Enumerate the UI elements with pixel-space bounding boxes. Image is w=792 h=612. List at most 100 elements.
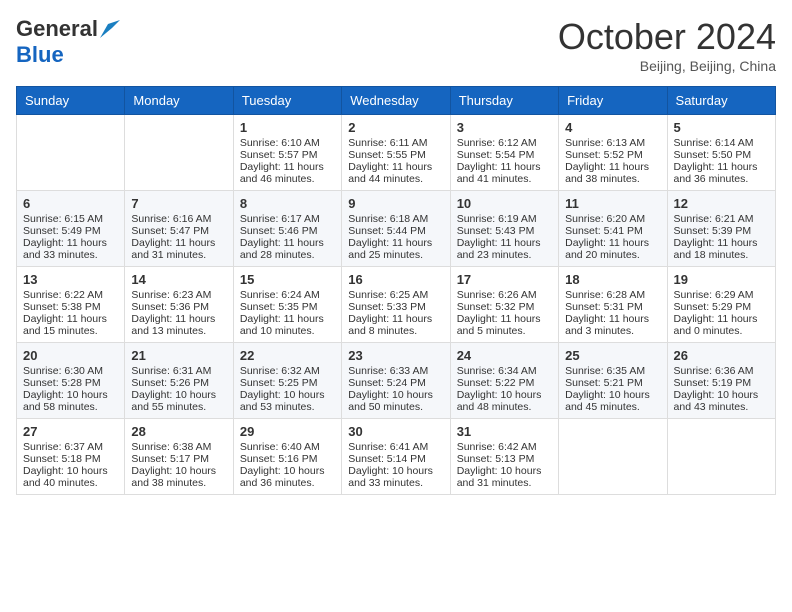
day-info: Daylight: 11 hours and 46 minutes. bbox=[240, 161, 335, 185]
day-number: 11 bbox=[565, 196, 660, 211]
table-row: 10Sunrise: 6:19 AMSunset: 5:43 PMDayligh… bbox=[450, 191, 558, 267]
day-info: Sunrise: 6:20 AM bbox=[565, 213, 660, 225]
day-info: Sunset: 5:46 PM bbox=[240, 225, 335, 237]
day-info: Daylight: 10 hours and 45 minutes. bbox=[565, 389, 660, 413]
day-info: Sunrise: 6:21 AM bbox=[674, 213, 769, 225]
day-number: 26 bbox=[674, 348, 769, 363]
day-number: 14 bbox=[131, 272, 226, 287]
table-row bbox=[559, 419, 667, 495]
day-info: Sunrise: 6:18 AM bbox=[348, 213, 443, 225]
day-info: Sunrise: 6:30 AM bbox=[23, 365, 118, 377]
day-number: 17 bbox=[457, 272, 552, 287]
day-info: Sunset: 5:44 PM bbox=[348, 225, 443, 237]
day-number: 1 bbox=[240, 120, 335, 135]
table-row: 2 Sunrise: 6:11 AMSunset: 5:55 PMDaylight… bbox=[342, 115, 450, 191]
day-info: Sunset: 5:52 PM bbox=[565, 149, 660, 161]
day-info: Daylight: 11 hours and 28 minutes. bbox=[240, 237, 335, 261]
day-info: Sunrise: 6:42 AM bbox=[457, 441, 552, 453]
table-row: 13Sunrise: 6:22 AMSunset: 5:38 PMDayligh… bbox=[17, 267, 125, 343]
day-info: Sunrise: 6:15 AM bbox=[23, 213, 118, 225]
calendar-week-row: 6Sunrise: 6:15 AMSunset: 5:49 PMDaylight… bbox=[17, 191, 776, 267]
day-number: 31 bbox=[457, 424, 552, 439]
day-info: Sunset: 5:18 PM bbox=[23, 453, 118, 465]
day-info: Daylight: 11 hours and 13 minutes. bbox=[131, 313, 226, 337]
table-row: 18Sunrise: 6:28 AMSunset: 5:31 PMDayligh… bbox=[559, 267, 667, 343]
day-info: Daylight: 11 hours and 8 minutes. bbox=[348, 313, 443, 337]
day-info: Daylight: 11 hours and 5 minutes. bbox=[457, 313, 552, 337]
day-info: Sunset: 5:13 PM bbox=[457, 453, 552, 465]
day-info: Sunset: 5:14 PM bbox=[348, 453, 443, 465]
day-info: Sunset: 5:31 PM bbox=[565, 301, 660, 313]
col-tuesday: Tuesday bbox=[233, 87, 341, 115]
table-row: 3Sunrise: 6:12 AMSunset: 5:54 PMDaylight… bbox=[450, 115, 558, 191]
day-number: 28 bbox=[131, 424, 226, 439]
day-info: Daylight: 10 hours and 40 minutes. bbox=[23, 465, 118, 489]
day-number: 4 bbox=[565, 120, 660, 135]
day-info: Daylight: 11 hours and 3 minutes. bbox=[565, 313, 660, 337]
day-info: Sunrise: 6:31 AM bbox=[131, 365, 226, 377]
day-info: Daylight: 11 hours and 23 minutes. bbox=[457, 237, 552, 261]
day-number: 2 bbox=[348, 120, 443, 135]
day-info: Sunset: 5:24 PM bbox=[348, 377, 443, 389]
day-number: 8 bbox=[240, 196, 335, 211]
table-row: 1Sunrise: 6:10 AMSunset: 5:57 PMDaylight… bbox=[233, 115, 341, 191]
day-info: Sunrise: 6:37 AM bbox=[23, 441, 118, 453]
day-info: Daylight: 10 hours and 50 minutes. bbox=[348, 389, 443, 413]
table-row: 28Sunrise: 6:38 AMSunset: 5:17 PMDayligh… bbox=[125, 419, 233, 495]
day-info: Sunrise: 6:40 AM bbox=[240, 441, 335, 453]
day-info: Sunrise: 6:22 AM bbox=[23, 289, 118, 301]
col-thursday: Thursday bbox=[450, 87, 558, 115]
table-row: 30Sunrise: 6:41 AMSunset: 5:14 PMDayligh… bbox=[342, 419, 450, 495]
day-number: 7 bbox=[131, 196, 226, 211]
table-row: 14Sunrise: 6:23 AMSunset: 5:36 PMDayligh… bbox=[125, 267, 233, 343]
day-info: Daylight: 10 hours and 43 minutes. bbox=[674, 389, 769, 413]
table-row: 25Sunrise: 6:35 AMSunset: 5:21 PMDayligh… bbox=[559, 343, 667, 419]
table-row: 19Sunrise: 6:29 AMSunset: 5:29 PMDayligh… bbox=[667, 267, 775, 343]
day-info: Sunrise: 6:38 AM bbox=[131, 441, 226, 453]
day-info: Daylight: 10 hours and 36 minutes. bbox=[240, 465, 335, 489]
day-info: Sunrise: 6:34 AM bbox=[457, 365, 552, 377]
calendar-week-row: 27Sunrise: 6:37 AMSunset: 5:18 PMDayligh… bbox=[17, 419, 776, 495]
col-friday: Friday bbox=[559, 87, 667, 115]
day-info: Sunrise: 6:23 AM bbox=[131, 289, 226, 301]
day-info: Sunrise: 6:14 AM bbox=[674, 137, 769, 149]
day-info: Sunset: 5:55 PM bbox=[348, 149, 443, 161]
logo-blue: Blue bbox=[16, 42, 64, 67]
day-info: Sunset: 5:54 PM bbox=[457, 149, 552, 161]
day-info: Sunset: 5:50 PM bbox=[674, 149, 769, 161]
day-number: 18 bbox=[565, 272, 660, 287]
day-info: Sunrise: 6:33 AM bbox=[348, 365, 443, 377]
day-info: Sunrise: 6:24 AM bbox=[240, 289, 335, 301]
day-info: Daylight: 11 hours and 44 minutes. bbox=[348, 161, 443, 185]
day-info: Daylight: 11 hours and 33 minutes. bbox=[23, 237, 118, 261]
day-info: Sunset: 5:22 PM bbox=[457, 377, 552, 389]
logo: General Blue bbox=[16, 16, 120, 68]
day-info: Sunset: 5:29 PM bbox=[674, 301, 769, 313]
day-info: Sunrise: 6:29 AM bbox=[674, 289, 769, 301]
day-number: 6 bbox=[23, 196, 118, 211]
day-info: Daylight: 10 hours and 55 minutes. bbox=[131, 389, 226, 413]
table-row: 16Sunrise: 6:25 AMSunset: 5:33 PMDayligh… bbox=[342, 267, 450, 343]
day-number: 22 bbox=[240, 348, 335, 363]
day-info: Sunset: 5:39 PM bbox=[674, 225, 769, 237]
table-row: 12Sunrise: 6:21 AMSunset: 5:39 PMDayligh… bbox=[667, 191, 775, 267]
table-row: 29Sunrise: 6:40 AMSunset: 5:16 PMDayligh… bbox=[233, 419, 341, 495]
day-info: Daylight: 11 hours and 0 minutes. bbox=[674, 313, 769, 337]
day-info: Sunset: 5:21 PM bbox=[565, 377, 660, 389]
table-row: 15Sunrise: 6:24 AMSunset: 5:35 PMDayligh… bbox=[233, 267, 341, 343]
day-info: Daylight: 11 hours and 41 minutes. bbox=[457, 161, 552, 185]
table-row: 7Sunrise: 6:16 AMSunset: 5:47 PMDaylight… bbox=[125, 191, 233, 267]
day-info: Sunrise: 6:16 AM bbox=[131, 213, 226, 225]
day-info: Sunrise: 6:11 AM bbox=[348, 137, 443, 149]
day-info: Sunrise: 6:26 AM bbox=[457, 289, 552, 301]
day-info: Sunrise: 6:35 AM bbox=[565, 365, 660, 377]
day-number: 3 bbox=[457, 120, 552, 135]
month-title: October 2024 bbox=[558, 16, 776, 58]
day-number: 24 bbox=[457, 348, 552, 363]
table-row: 5Sunrise: 6:14 AMSunset: 5:50 PMDaylight… bbox=[667, 115, 775, 191]
location-subtitle: Beijing, Beijing, China bbox=[558, 58, 776, 74]
day-number: 12 bbox=[674, 196, 769, 211]
table-row: 21Sunrise: 6:31 AMSunset: 5:26 PMDayligh… bbox=[125, 343, 233, 419]
calendar-table: Sunday Monday Tuesday Wednesday Thursday… bbox=[16, 86, 776, 495]
day-info: Daylight: 11 hours and 36 minutes. bbox=[674, 161, 769, 185]
